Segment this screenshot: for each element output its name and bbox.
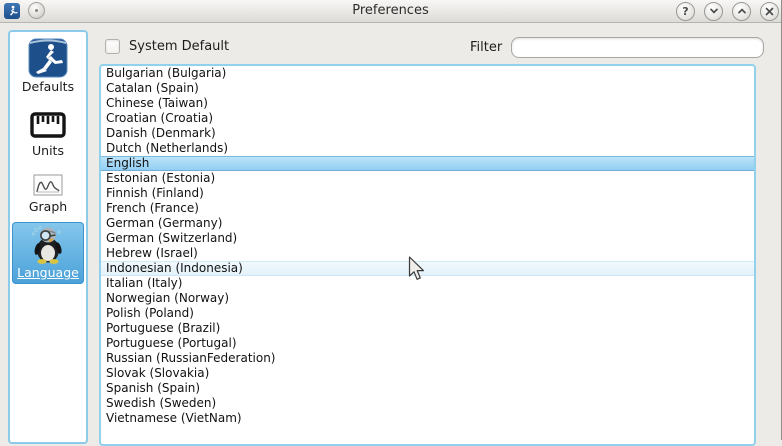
sidebar-panel: Defaults Units Graph Language [8,30,88,444]
system-default-row: System Default [105,39,229,54]
language-list[interactable]: Bulgarian (Bulgaria)Catalan (Spain)Chine… [99,64,756,446]
sidebar-item-icon-wrap [12,224,84,264]
language-row[interactable]: Bulgarian (Bulgaria) [101,66,754,81]
window-title: Preferences [0,0,781,22]
sidebar-item-label: Graph [12,199,84,215]
chevron-up-icon [737,6,747,16]
language-row[interactable]: Spanish (Spain) [101,381,754,396]
language-row[interactable]: German (Germany) [101,216,754,231]
sidebar-item-icon-wrap [12,172,84,198]
diver-icon [28,38,68,78]
sidebar-item-defaults[interactable]: Defaults [12,36,84,98]
language-row[interactable]: Finnish (Finland) [101,186,754,201]
shade-up-button[interactable] [732,2,751,21]
language-row[interactable]: Slovak (Slovakia) [101,366,754,381]
language-row[interactable]: French (France) [101,201,754,216]
graph-icon [33,174,63,196]
preferences-window: { "window": { "title": "Preferences", "t… [0,0,782,440]
language-row[interactable]: Indonesian (Indonesia) [101,261,754,276]
language-row[interactable]: Polish (Poland) [101,306,754,321]
sidebar-item-label: Units [12,143,84,159]
ruler-icon [29,110,67,140]
language-row[interactable]: Swedish (Sweden) [101,396,754,411]
titlebar[interactable]: Preferences ? [0,0,781,23]
system-default-checkbox[interactable] [105,39,120,54]
language-row[interactable]: Hebrew (Israel) [101,246,754,261]
sidebar-item-language[interactable]: Language [12,222,84,284]
language-row[interactable]: Chinese (Taiwan) [101,96,754,111]
sidebar-item-units[interactable]: Units [12,106,84,162]
chevron-down-icon [709,6,719,16]
language-row[interactable]: Norwegian (Norway) [101,291,754,306]
language-row[interactable]: Danish (Denmark) [101,126,754,141]
sidebar-item-label: Defaults [12,79,84,95]
titlebar-buttons: ? [676,1,779,21]
filter-input[interactable] [511,37,764,58]
sidebar-item-icon-wrap [12,38,84,78]
language-row[interactable]: Catalan (Spain) [101,81,754,96]
language-row[interactable]: Croatian (Croatia) [101,111,754,126]
shade-down-button[interactable] [704,2,723,21]
system-default-label[interactable]: System Default [129,39,229,54]
language-row[interactable]: Vietnamese (VietNam) [101,411,754,426]
language-row[interactable]: Estonian (Estonia) [101,171,754,186]
sidebar-item-label: Language [12,265,84,281]
language-row[interactable]: Dutch (Netherlands) [101,141,754,156]
language-row[interactable]: Russian (RussianFederation) [101,351,754,366]
language-row[interactable]: Italian (Italy) [101,276,754,291]
language-row[interactable]: English [101,156,754,171]
language-row[interactable]: Portuguese (Portugal) [101,336,754,351]
language-row[interactable]: Portuguese (Brazil) [101,321,754,336]
help-button[interactable]: ? [676,2,695,21]
penguin-icon [28,224,68,264]
sidebar-item-icon-wrap [12,108,84,142]
language-row[interactable]: German (Switzerland) [101,231,754,246]
filter-label: Filter [470,40,502,55]
close-button[interactable] [760,2,779,21]
close-icon [765,7,774,16]
filter-row: Filter [470,37,764,58]
sidebar-item-graph[interactable]: Graph [12,170,84,218]
